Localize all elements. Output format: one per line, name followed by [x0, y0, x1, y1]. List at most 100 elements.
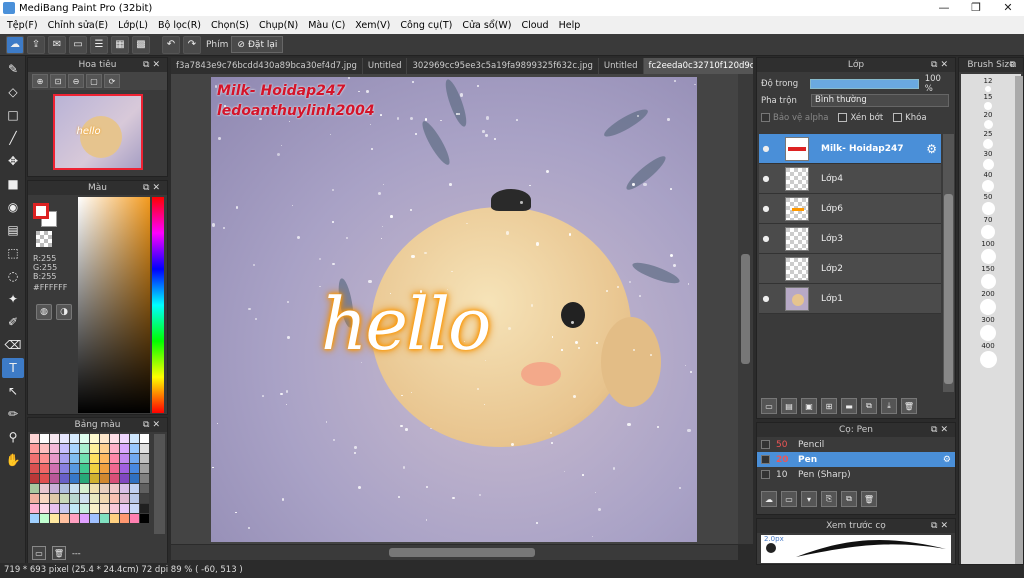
brush-size-item[interactable]: 200: [963, 289, 1013, 315]
select-pen-tool-icon[interactable]: ✐: [2, 312, 24, 332]
palette-swatch[interactable]: [120, 474, 129, 483]
brush-size-item[interactable]: 70: [963, 215, 1013, 239]
palette-swatch[interactable]: [90, 504, 99, 513]
visibility-icon[interactable]: ●: [759, 294, 773, 303]
delete-palette-icon[interactable]: 🗑: [52, 546, 66, 560]
palette-swatch[interactable]: [90, 494, 99, 503]
palette-swatch[interactable]: [100, 514, 109, 523]
palette-swatch[interactable]: [60, 484, 69, 493]
palette-more[interactable]: ---: [72, 546, 81, 560]
folder-icon[interactable]: ▬: [841, 398, 857, 414]
brush-size-item[interactable]: 20: [963, 110, 1013, 129]
palette-swatch[interactable]: [100, 494, 109, 503]
palette-swatch[interactable]: [40, 494, 49, 503]
cloud-icon[interactable]: ☁: [6, 35, 24, 54]
delete-brush-icon[interactable]: 🗑: [861, 491, 877, 507]
palette-swatch[interactable]: [50, 484, 59, 493]
palette-swatch[interactable]: [90, 484, 99, 493]
palette-swatch[interactable]: [50, 474, 59, 483]
palette-swatch[interactable]: [90, 514, 99, 523]
palette-swatch[interactable]: [80, 474, 89, 483]
duplicate-brush-icon[interactable]: ⧉: [841, 491, 857, 507]
menu-select[interactable]: Chọn(S): [206, 20, 254, 31]
palette-swatch[interactable]: [60, 464, 69, 473]
palette-swatch[interactable]: [30, 484, 39, 493]
blur-tool-icon[interactable]: ✏: [2, 404, 24, 424]
undo-icon[interactable]: ↶: [162, 35, 180, 54]
palette-swatch[interactable]: [140, 484, 149, 493]
palette-swatch[interactable]: [90, 444, 99, 453]
palette-swatch[interactable]: [60, 504, 69, 513]
visibility-icon[interactable]: ●: [759, 234, 773, 243]
visibility-icon[interactable]: ●: [759, 144, 773, 153]
merge-layer-icon[interactable]: ⤓: [881, 398, 897, 414]
palette-swatch[interactable]: [130, 504, 139, 513]
tab-document-4[interactable]: Untitled: [599, 58, 644, 74]
transparent-swatch[interactable]: [36, 231, 52, 247]
select-tool-icon[interactable]: ⬚: [2, 243, 24, 263]
brush-item[interactable]: 50 Pencil: [757, 437, 955, 452]
saturation-value-picker[interactable]: [78, 197, 150, 413]
palette-swatch[interactable]: [120, 494, 129, 503]
palette-swatch[interactable]: [140, 494, 149, 503]
gradient-tool-icon[interactable]: ▤: [2, 220, 24, 240]
menu-file[interactable]: Tệp(F): [2, 20, 43, 31]
minimize-button[interactable]: —: [928, 0, 960, 16]
palette-swatch[interactable]: [30, 514, 39, 523]
palette-swatch[interactable]: [110, 484, 119, 493]
menu-cloud[interactable]: Cloud: [516, 20, 553, 31]
brush-tool-icon[interactable]: ✎: [2, 59, 24, 79]
grid-icon[interactable]: ▦: [111, 35, 129, 54]
actual-size-icon[interactable]: ▢: [86, 74, 102, 88]
palette-swatch[interactable]: [80, 514, 89, 523]
palette-swatch[interactable]: [120, 454, 129, 463]
panel-close-icon[interactable]: ⧉: [1010, 58, 1019, 72]
palette-swatch[interactable]: [70, 434, 79, 443]
palette-swatch[interactable]: [40, 444, 49, 453]
lock-checkbox[interactable]: Khóa: [893, 113, 927, 123]
layer-item[interactable]: ● Milk- Hoidap247 ⚙: [759, 134, 941, 164]
visibility-icon[interactable]: ●: [759, 204, 773, 213]
palette-swatch[interactable]: [130, 464, 139, 473]
palette-swatch[interactable]: [90, 434, 99, 443]
tiles-icon[interactable]: ▩: [132, 35, 150, 54]
comment-icon[interactable]: ✉: [48, 35, 66, 54]
panel-close-icon[interactable]: ⧉✕: [143, 58, 163, 72]
opacity-slider[interactable]: [809, 78, 919, 89]
menu-filter[interactable]: Bộ lọc(R): [153, 20, 206, 31]
new-8bit-layer-icon[interactable]: ▣: [801, 398, 817, 414]
palette-swatch[interactable]: [140, 444, 149, 453]
menu-layer[interactable]: Lớp(L): [113, 20, 153, 31]
tab-document-3[interactable]: 302969cc95ee3c5a19fa9899325f632c.jpg: [407, 58, 599, 74]
brush-size-item[interactable]: 15: [963, 92, 1013, 110]
palette-swatch[interactable]: [110, 504, 119, 513]
palette-swatch[interactable]: [60, 434, 69, 443]
palette-swatch[interactable]: [100, 434, 109, 443]
palette-swatch[interactable]: [110, 514, 119, 523]
palette-swatch[interactable]: [60, 454, 69, 463]
palette-swatch[interactable]: [50, 494, 59, 503]
palette-swatch[interactable]: [80, 484, 89, 493]
brush-size-item[interactable]: 50: [963, 192, 1013, 215]
palette-swatch[interactable]: [50, 514, 59, 523]
add-brush-icon[interactable]: ▭: [781, 491, 797, 507]
navigator-thumbnail[interactable]: hello: [52, 94, 143, 170]
blend-mode-select[interactable]: Bình thường: [811, 94, 949, 107]
eraser-tool-icon[interactable]: ◇: [2, 82, 24, 102]
move-tool-icon[interactable]: ✥: [2, 151, 24, 171]
hue-slider[interactable]: [152, 197, 164, 413]
canvas-vertical-scrollbar[interactable]: [738, 74, 753, 544]
zoom-in-icon[interactable]: ⊕: [32, 74, 48, 88]
palette-swatch[interactable]: [80, 464, 89, 473]
palette-swatch[interactable]: [130, 474, 139, 483]
palette-swatch[interactable]: [100, 464, 109, 473]
palette-swatch[interactable]: [70, 444, 79, 453]
palette-swatch[interactable]: [130, 494, 139, 503]
bucket-tool-icon[interactable]: ◉: [2, 197, 24, 217]
menu-color[interactable]: Màu (C): [303, 20, 350, 31]
palette-swatch[interactable]: [100, 484, 109, 493]
palette-swatch[interactable]: [110, 434, 119, 443]
palette-swatch[interactable]: [140, 514, 149, 523]
palette-swatch[interactable]: [120, 504, 129, 513]
visibility-icon[interactable]: ●: [759, 174, 773, 183]
